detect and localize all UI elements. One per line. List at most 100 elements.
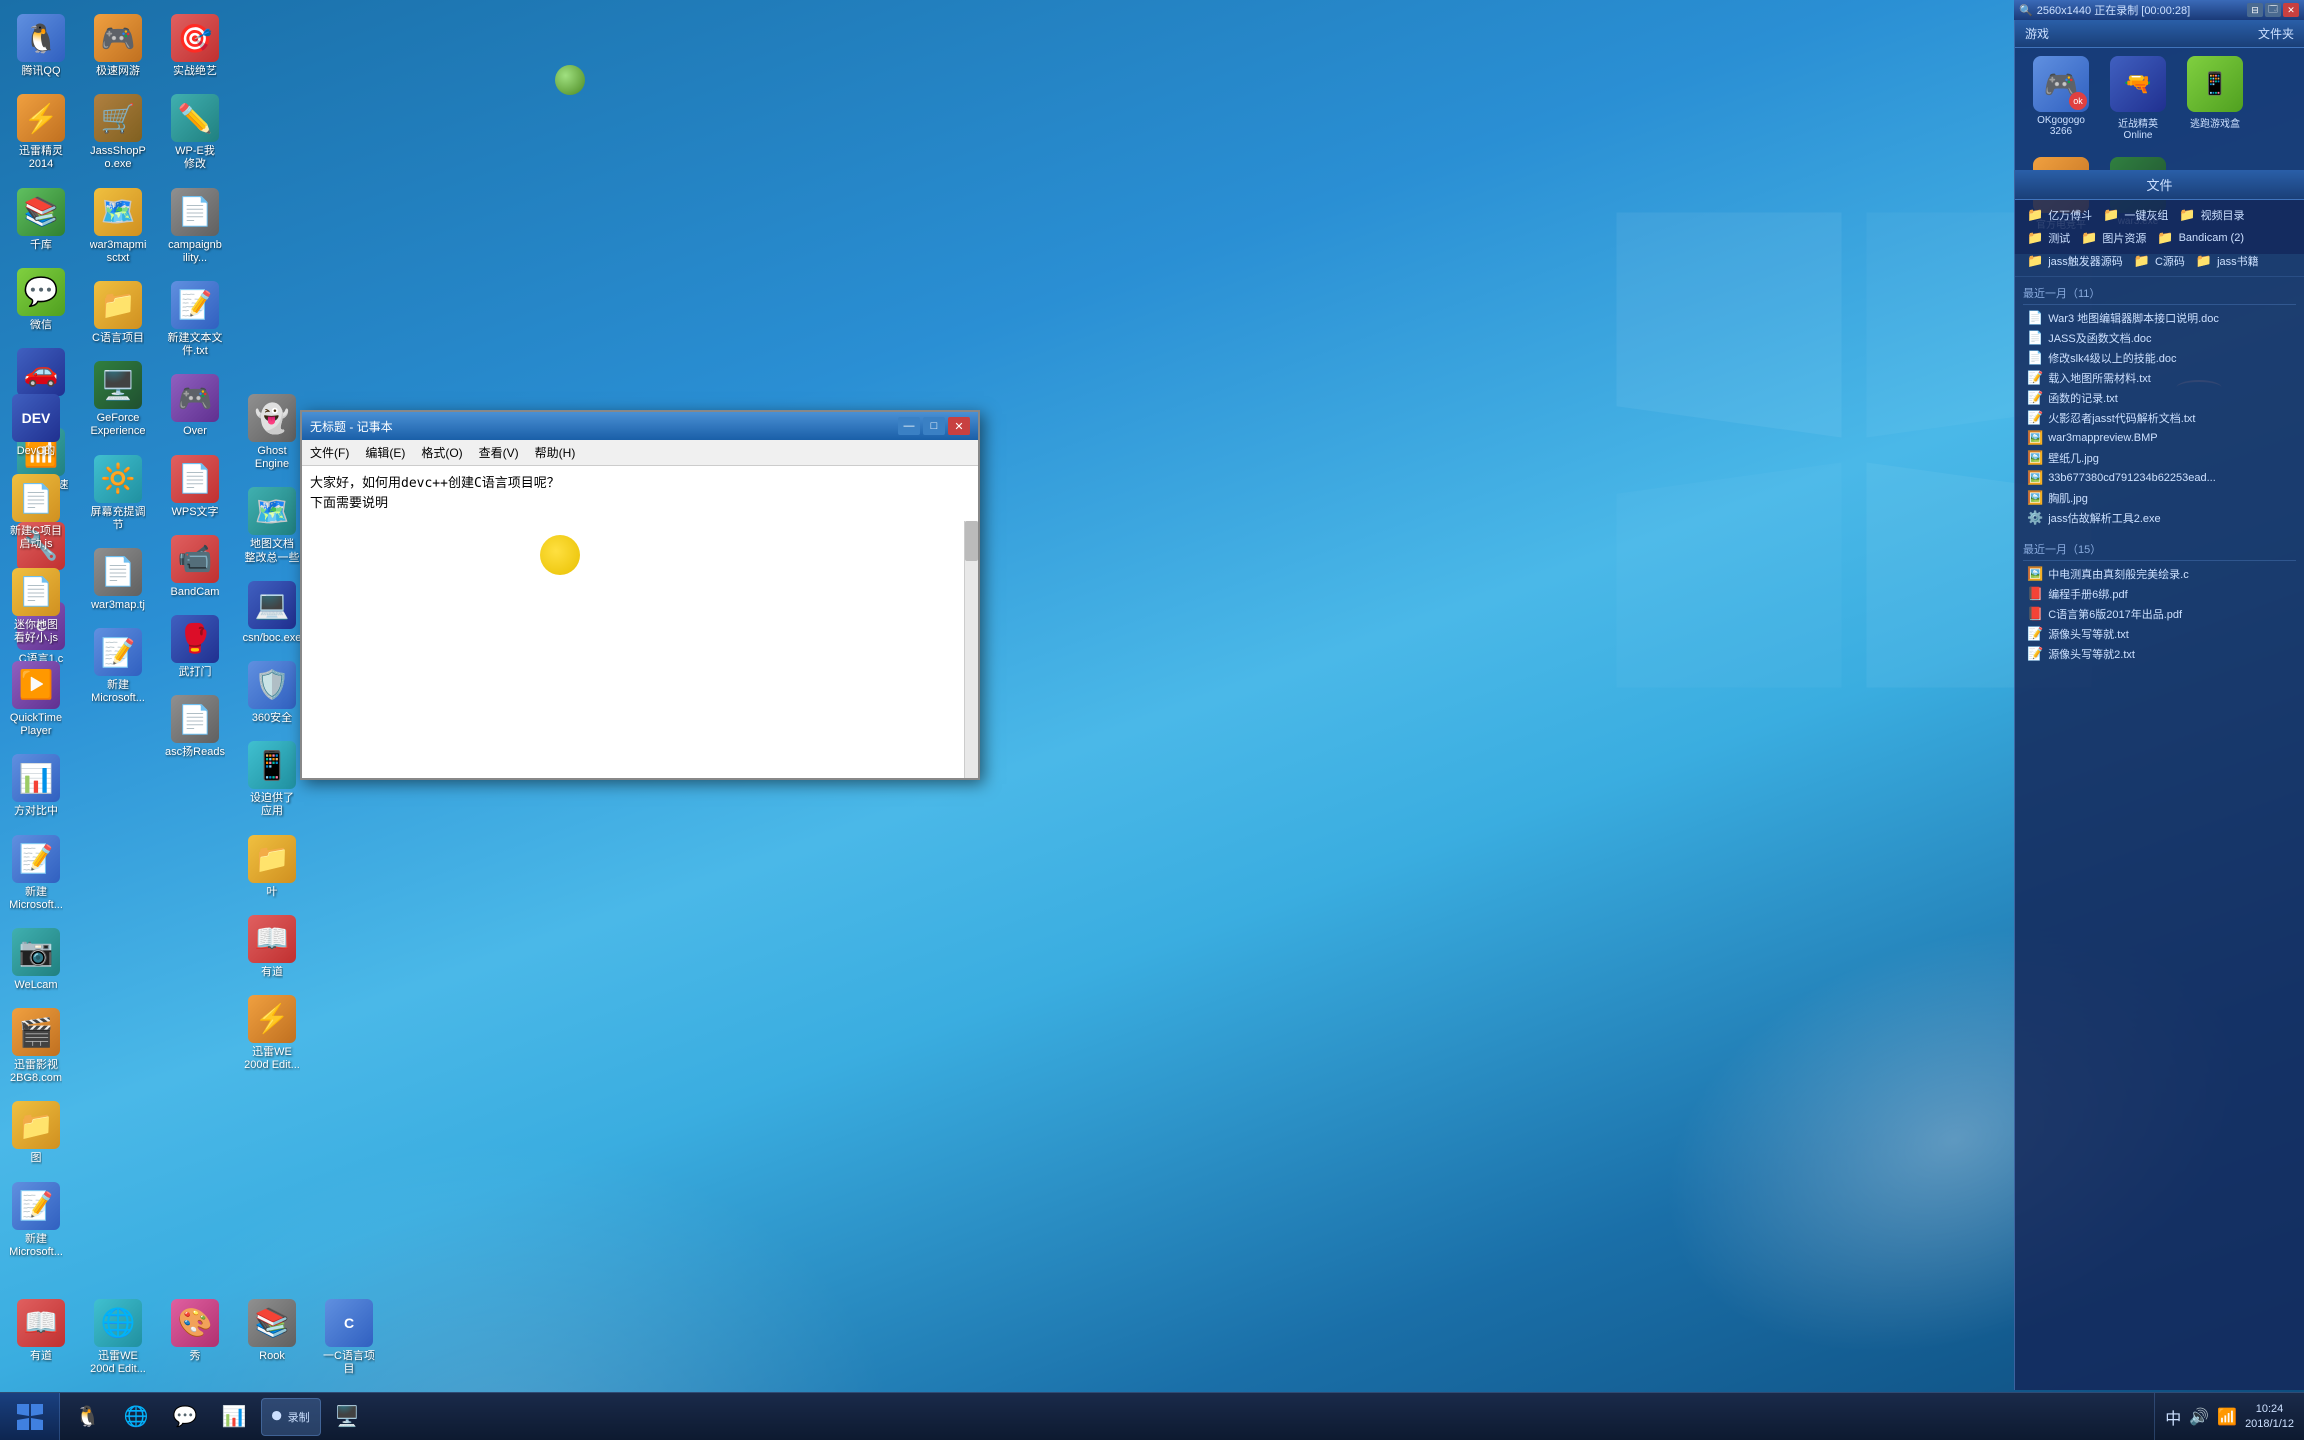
desktop-icon-cproject[interactable]: 📁 C语言项目: [82, 277, 154, 349]
panel-icon-escape[interactable]: 📱 逃跑游戏盒: [2179, 56, 2251, 141]
chrome-settings-btn[interactable]: ⊟: [2247, 3, 2263, 17]
shortcut-bandicam[interactable]: 📁Bandicam (2): [2153, 228, 2248, 248]
desktop-icon-csn[interactable]: 💻 csn/boc.exe: [236, 577, 308, 649]
panel-icon-jinzhan[interactable]: 🔫 近战精英Online: [2102, 56, 2174, 141]
file-item-chest[interactable]: 🖼️ 胸肌.jpg: [2023, 488, 2296, 508]
desktop-icon-welcam2[interactable]: 🌐 迅雷WE200d Edit...: [82, 1295, 154, 1380]
maximize-button[interactable]: □: [923, 417, 945, 435]
tray-network[interactable]: 📶: [2217, 1407, 2237, 1427]
desktop-icon-ye[interactable]: 📁 叶: [236, 831, 308, 903]
notepad-scrollbar[interactable]: [964, 521, 978, 778]
desktop-icon-newmicro2[interactable]: 📝 新建Microsoft...: [0, 831, 72, 916]
desktop-icon-rook[interactable]: 📚 Rook: [236, 1295, 308, 1380]
desktop-icon-wechat[interactable]: 💬 微信: [5, 264, 77, 336]
taskbar-qq[interactable]: 🐧: [65, 1398, 110, 1436]
desktop-icon-war3map[interactable]: 🗺️ war3mapmisctxt: [82, 184, 154, 269]
desktop-icon-youdao[interactable]: 📖 有道: [236, 911, 308, 983]
menu-edit[interactable]: 编辑(E): [357, 442, 413, 463]
menu-help[interactable]: 帮助(H): [527, 442, 584, 463]
desktop-icon-compare[interactable]: 📊 方对比中: [0, 750, 72, 822]
menu-file[interactable]: 文件(F): [302, 442, 357, 463]
desktop-icon-clang2[interactable]: C 一C语言项目: [313, 1295, 385, 1380]
taskbar-chart[interactable]: 📊: [212, 1398, 257, 1436]
desktop-icon-geforce[interactable]: 🖥️ GeForceExperience: [82, 357, 154, 442]
file-item-source[interactable]: 📝 源像头写等就.txt: [2023, 624, 2296, 644]
tray-ime[interactable]: 中: [2165, 1405, 2181, 1429]
desktop-icon-dev[interactable]: DEV DevC的: [0, 390, 72, 462]
shortcut-video[interactable]: 📁视频目录: [2175, 205, 2248, 225]
shortcut-billions[interactable]: 📁亿万傅斗: [2023, 205, 2096, 225]
menu-view[interactable]: 查看(V): [471, 442, 527, 463]
taskbar-browser[interactable]: 🌐: [114, 1398, 159, 1436]
shortcut-jassbook[interactable]: 📁jass书籍: [2192, 251, 2263, 271]
desktop-icon-jisu[interactable]: 🎮 极速网游: [82, 10, 154, 82]
desktop-icon-thunder2006[interactable]: ⚡ 迅雷WE200d Edit...: [236, 991, 308, 1076]
desktop-icon-wudamen[interactable]: 🥊 武打门: [159, 611, 231, 683]
file-item-war3doc[interactable]: 📄 War3 地图编辑器脚本接口说明.doc: [2023, 308, 2296, 328]
desktop-icon-app[interactable]: 📱 设迫供了应用: [236, 737, 308, 822]
desktop-icon-shizhan[interactable]: 🎯 实战绝艺: [159, 10, 231, 82]
close-button[interactable]: ✕: [948, 417, 970, 435]
file-item-manual[interactable]: 📕 编程手册6绑.pdf: [2023, 584, 2296, 604]
desktop-icon-quicktime[interactable]: ▶️ QuickTimePlayer: [0, 657, 72, 742]
tray-sound[interactable]: 🔊: [2189, 1407, 2209, 1427]
desktop-icon-jass[interactable]: 🛒 JassShopPo.exe: [82, 90, 154, 175]
file-item-jass[interactable]: 📄 JASS及函数文档.doc: [2023, 328, 2296, 348]
clock[interactable]: 10:24 2018/1/12: [2245, 1402, 2294, 1431]
desktop-icon-newmicro[interactable]: 📝 新建Microsoft...: [82, 624, 154, 709]
desktop-icon-wps[interactable]: 📄 WPS文字: [159, 451, 231, 523]
desktop-icon-minimap[interactable]: 📄 迷你地图看好小.js: [0, 564, 72, 649]
shortcut-csource[interactable]: 📁C源码: [2130, 251, 2189, 271]
panel-icon-okgogogo[interactable]: 🎮 ok OKgogogo3266: [2025, 56, 2097, 141]
desktop-icon-thunderfilm[interactable]: 🎬 迅雷影视2BG8.com: [0, 1004, 72, 1089]
shortcut-test[interactable]: 📁测试: [2023, 228, 2074, 248]
desktop-icon-dimap[interactable]: 🗺️ 地图文档整改总一些: [236, 483, 308, 568]
desktop-icon-thunder[interactable]: ⚡ 迅雷精灵2014: [5, 90, 77, 175]
desktop-icon-qianku[interactable]: 📚 千库: [5, 184, 77, 256]
taskbar-chat[interactable]: 💬: [163, 1398, 208, 1436]
file-item-bmp[interactable]: 🖼️ war3mappreview.BMP: [2023, 428, 2296, 448]
over-icon: 🎮: [171, 374, 219, 422]
file-item-naruto[interactable]: 📝 火影忍者jasst代码解析文档.txt: [2023, 408, 2296, 428]
desktop-icon-newtxt[interactable]: 📝 新建文本文件.txt: [159, 277, 231, 362]
desktop-icon-youdao2[interactable]: 📖 有道: [5, 1295, 77, 1380]
taskbar-record[interactable]: ⏺ 录制: [261, 1398, 321, 1436]
minimize-button[interactable]: —: [898, 417, 920, 435]
desktop-icon-xiu[interactable]: 🎨 秀: [159, 1295, 231, 1380]
desktop-icon-bandcam[interactable]: 📹 BandCam: [159, 531, 231, 603]
desktop-icon-newmicro3[interactable]: 📝 新建Microsoft...: [0, 1178, 72, 1263]
desktop-icon-campaign[interactable]: 📄 campaignbility...: [159, 184, 231, 269]
desktop-icon-newcproj[interactable]: 📄 新建C项目启动.js: [0, 470, 72, 555]
desktop-icon-ghost[interactable]: 👻 GhostEngine: [236, 390, 308, 475]
taskbar-monitor[interactable]: 🖥️: [325, 1398, 370, 1436]
shortcut-onekey[interactable]: 📁一键灰组: [2099, 205, 2172, 225]
desktop-icon-brightness[interactable]: 🔆 屏幕充提调节: [82, 451, 154, 536]
desktop-icon-asc[interactable]: 📄 asc扬Reads: [159, 691, 231, 763]
start-button[interactable]: [0, 1393, 60, 1440]
file-item-clang6[interactable]: 📕 C语言第6版2017年出品.pdf: [2023, 604, 2296, 624]
notepad-text-area[interactable]: 大家好，如何用devc++创建C语言项目呢？ 下面需要说明: [302, 466, 978, 778]
desktop-icon-welcam[interactable]: 📷 WeLcam: [0, 924, 72, 996]
file-item-jasststool[interactable]: ⚙️ jass估故解析工具2.exe: [2023, 508, 2296, 528]
desktop-icon-360[interactable]: 🛡️ 360安全: [236, 657, 308, 729]
file-item-wallpaper[interactable]: 🖼️ 壁纸几.jpg: [2023, 448, 2296, 468]
file-item-func[interactable]: 📝 函数的记录.txt: [2023, 388, 2296, 408]
scrollbar-thumb[interactable]: [965, 521, 978, 561]
shortcut-images[interactable]: 📁图片资源: [2077, 228, 2150, 248]
chrome-close-btn[interactable]: ✕: [2283, 3, 2299, 17]
desktop-icon-qq[interactable]: 🐧 腾讯QQ: [5, 10, 77, 82]
file-item-hash[interactable]: 🖼️ 33b677380cd791234b62253ead...: [2023, 468, 2296, 488]
file-item-material[interactable]: 📝 载入地图所需材料.txt: [2023, 368, 2296, 388]
chrome-maximize-btn[interactable]: 🗔: [2265, 3, 2281, 17]
desktop-icon-over[interactable]: 🎮 Over: [159, 370, 231, 442]
file-item-source2[interactable]: 📝 源像头写等就2.txt: [2023, 644, 2296, 664]
desktop-icon-folder-tu[interactable]: 📁 图: [0, 1097, 72, 1169]
desktop-icon-wpe[interactable]: ✏️ WP-E我修改: [159, 90, 231, 175]
shortcut-jass[interactable]: 📁jass触发器源码: [2023, 251, 2127, 271]
file-item-clang-test[interactable]: 🖼️ 中电测真由真刻般完美绘录.c: [2023, 564, 2296, 584]
chrome-title: 🔍 2560x1440 正在录制 [00:00:28]: [2019, 2, 2190, 18]
desktop-dev-area: DEV DevC的 📄 新建C项目启动.js 📄 迷你地图看好小.js ▶️ Q…: [0, 390, 72, 1263]
desktop-icon-war3tj[interactable]: 📄 war3map.tj: [82, 544, 154, 616]
file-item-slk[interactable]: 📄 修改slk4级以上的技能.doc: [2023, 348, 2296, 368]
menu-format[interactable]: 格式(O): [413, 442, 470, 463]
